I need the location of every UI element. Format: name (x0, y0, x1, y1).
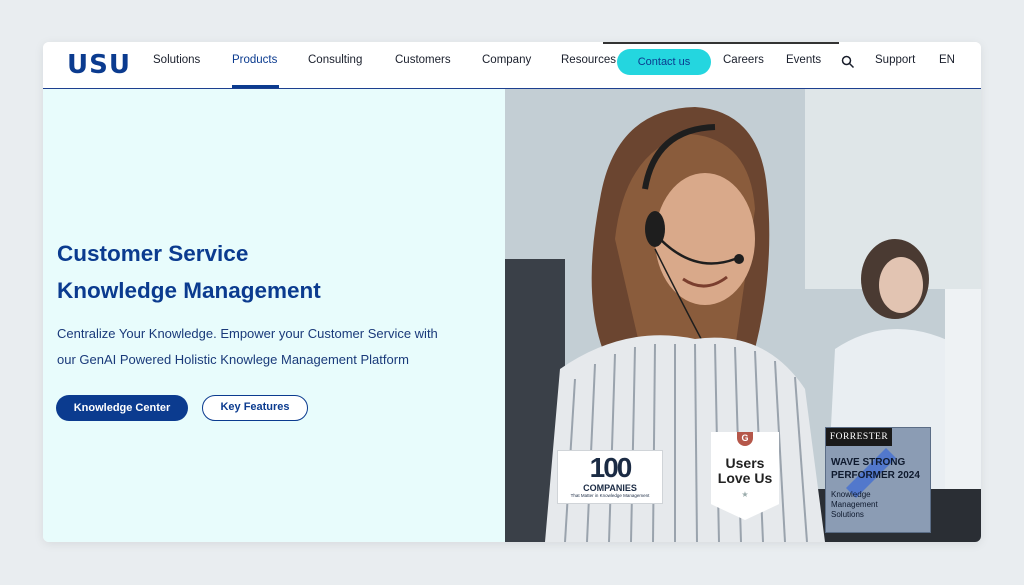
companies-award-badge: 100 COMPANIES That Matter in Knowledge M… (557, 450, 663, 504)
nav-company[interactable]: Company (482, 54, 531, 66)
language-switch[interactable]: EN (939, 54, 955, 66)
nav-products[interactable]: Products (232, 54, 277, 66)
knowledge-center-button[interactable]: Knowledge Center (56, 395, 188, 421)
key-features-button[interactable]: Key Features (202, 395, 308, 421)
nav-resources[interactable]: Resources (561, 54, 616, 66)
forrester-cat-line-3: Solutions (831, 510, 864, 519)
hero-text-panel: Customer Service Knowledge Management Ce… (43, 89, 505, 542)
star-icon: ★ (741, 490, 749, 499)
nav-consulting[interactable]: Consulting (308, 54, 362, 66)
nav-solutions[interactable]: Solutions (153, 54, 200, 66)
hero-title-line-2: Knowledge Management (57, 278, 321, 303)
nav-support[interactable]: Support (875, 54, 915, 66)
usu-logo[interactable]: USU (67, 50, 131, 80)
forrester-category: Knowledge Management Solutions (831, 490, 931, 520)
active-nav-indicator (232, 85, 279, 88)
top-navigation: USU Solutions Products Consulting Custom… (43, 42, 981, 89)
nav-customers[interactable]: Customers (395, 54, 451, 66)
companies-badge-number: 100 (589, 452, 633, 483)
g2-logo-icon: G (737, 432, 753, 446)
g2-text-line-2: Love Us (717, 470, 773, 486)
forrester-line-1: WAVE STRONG (831, 457, 906, 468)
hero-title: Customer Service Knowledge Management (57, 235, 477, 309)
g2-text-line-1: Users (725, 455, 765, 471)
page-card: USU Solutions Products Consulting Custom… (43, 42, 981, 542)
hero-image: 100 COMPANIES That Matter in Knowledge M… (505, 89, 981, 542)
contact-us-button[interactable]: Contact us (617, 49, 711, 75)
forrester-wave-badge: FORRESTER WAVE STRONG PERFORMER 2024 Kno… (825, 427, 931, 533)
nav-careers[interactable]: Careers (723, 54, 764, 66)
hero-subtitle-line-1: Centralize Your Knowledge. Empower your … (57, 326, 438, 341)
companies-badge-tagline: That Matter in Knowledge Management (570, 493, 650, 498)
forrester-cat-line-2: Management (831, 500, 878, 509)
hero-title-line-1: Customer Service (57, 241, 249, 266)
nav-events[interactable]: Events (786, 54, 821, 66)
g2-badge-text: Users Love Us (711, 456, 779, 486)
forrester-line-2: PERFORMER 2024 (831, 470, 920, 481)
hero-subtitle-line-2: our GenAI Powered Holistic Knowlege Mana… (57, 352, 409, 367)
hero-subtitle: Centralize Your Knowledge. Empower your … (57, 321, 497, 373)
forrester-award-title: WAVE STRONG PERFORMER 2024 (831, 456, 931, 482)
dropdown-edge (603, 42, 839, 44)
forrester-cat-line-1: Knowledge (831, 490, 871, 499)
search-icon[interactable] (841, 55, 855, 69)
g2-users-love-us-badge: G Users Love Us ★ (711, 432, 779, 520)
companies-badge-label: COMPANIES (583, 483, 637, 493)
